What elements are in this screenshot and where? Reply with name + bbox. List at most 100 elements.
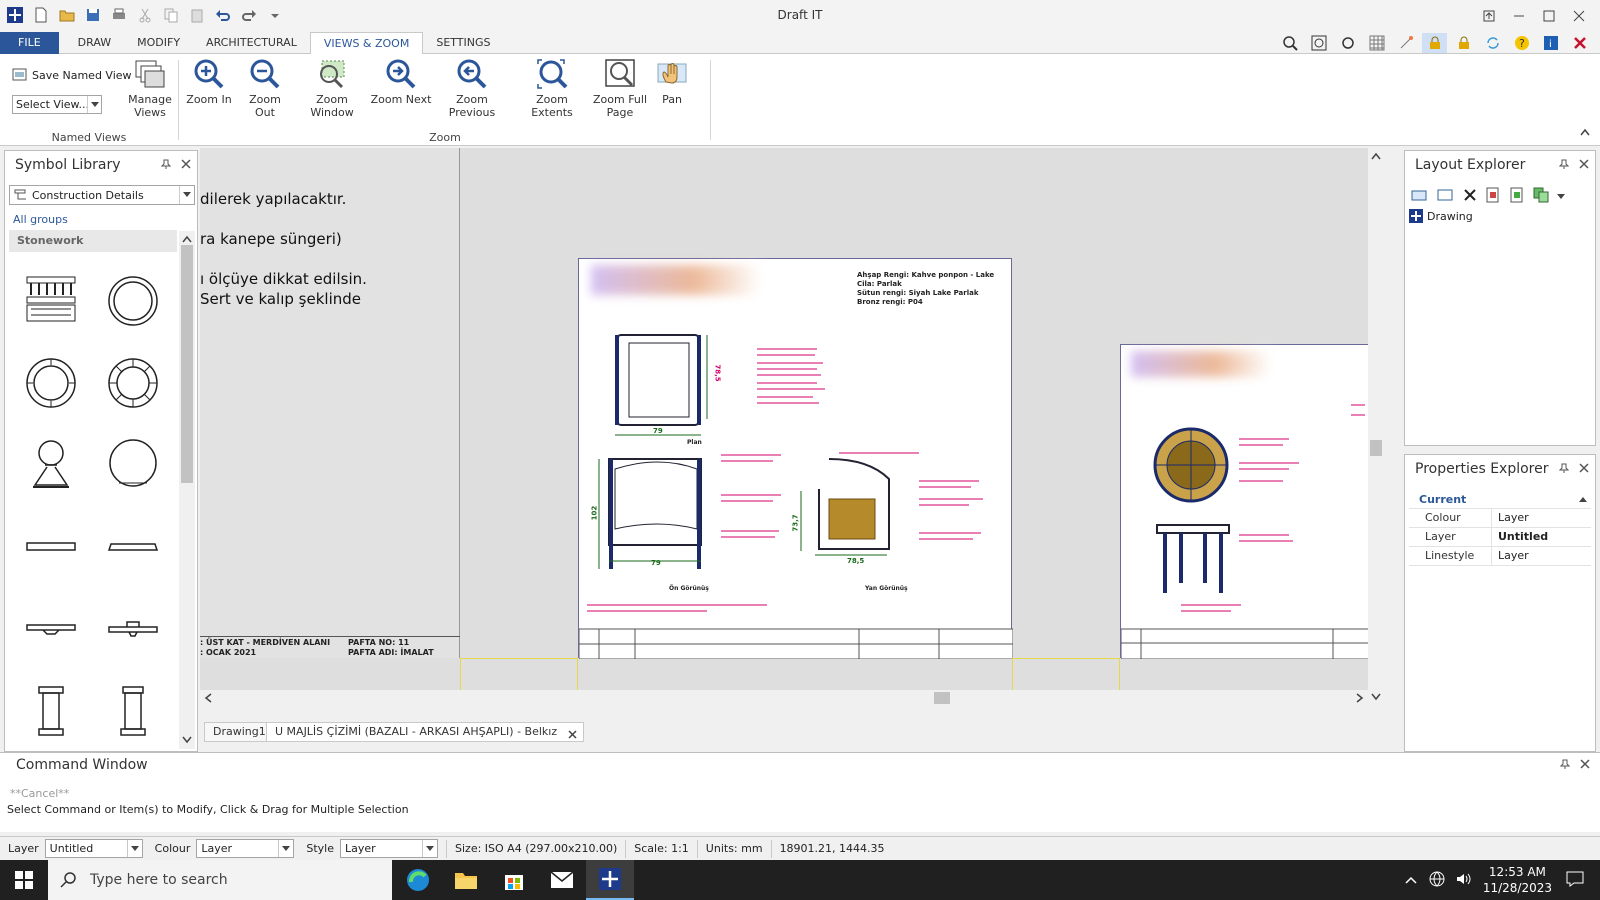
layer-dropdown[interactable]: Untitled [44,839,143,858]
collapse-ribbon-icon[interactable] [1580,126,1590,139]
symbol-category-dropdown[interactable]: Construction Details [9,185,195,205]
sync-icon[interactable] [1480,33,1505,53]
store-icon[interactable] [490,860,538,900]
file-explorer-icon[interactable] [442,860,490,900]
zoom-next-button[interactable]: Zoom Next [370,58,432,106]
close-panel-icon[interactable] [1580,759,1590,772]
symbol-ring-segmented[interactable] [95,345,171,421]
print-icon[interactable] [108,4,130,26]
symbol-pillar[interactable] [13,673,89,749]
zoom-previous-button[interactable]: Zoom Previous [434,58,510,119]
property-row-colour[interactable]: Colour Layer [1409,509,1591,528]
open-folder-icon[interactable] [56,4,78,26]
scrollbar-thumb[interactable] [1370,440,1382,456]
main-sheet[interactable]: Ahşap Rengi: Kahve ponpon - Lake Cila: P… [578,258,1013,659]
zoom-out-button[interactable]: Zoom Out [238,58,292,119]
command-prompt[interactable]: Select Command or Item(s) to Modify, Cli… [7,803,409,816]
grid-icon[interactable] [1364,33,1389,53]
zoom-window-button[interactable]: Zoom Window [296,58,368,119]
menu-draw[interactable]: DRAW [65,32,124,54]
symbol-scrollbar[interactable] [179,231,195,749]
save-named-view-button[interactable]: Save Named View [12,68,132,82]
delete-icon[interactable] [1463,188,1477,205]
add-layout-icon[interactable] [1411,188,1429,205]
draftit-taskbar-icon[interactable] [586,860,634,900]
menu-modify[interactable]: MODIFY [124,32,193,54]
close-panel-icon[interactable] [1579,159,1589,172]
colour-dropdown[interactable]: Layer [196,839,295,858]
undo-icon[interactable] [212,4,234,26]
pin-icon[interactable] [1558,159,1570,172]
chevron-down-icon[interactable] [1557,190,1565,203]
help-icon[interactable]: ? [1509,33,1534,53]
customize-toolbar-icon[interactable] [264,4,286,26]
close-panel-icon[interactable] [1579,463,1589,476]
snap-icon[interactable] [1393,33,1418,53]
network-globe-icon[interactable] [1429,871,1445,890]
symbol-ball[interactable] [95,427,171,503]
volume-icon[interactable] [1455,871,1471,890]
minimize-icon[interactable] [1504,4,1534,28]
restore-ribbon-icon[interactable] [1474,4,1504,28]
layout-tree-item-drawing[interactable]: Drawing [1409,209,1473,223]
all-groups-link[interactable]: All groups [13,213,68,226]
symbol-slab[interactable] [13,509,89,585]
collapse-section-icon[interactable] [1579,491,1587,509]
symbol-balustrade[interactable] [13,263,89,339]
symbol-sill-stepped[interactable] [95,591,171,667]
copy-layout-icon[interactable] [1533,187,1549,206]
taskbar-search[interactable]: Type here to search [48,860,392,900]
symbol-sill[interactable] [13,591,89,667]
add-page-icon[interactable] [1437,188,1455,205]
new-file-icon[interactable] [30,4,52,26]
stonework-group-header[interactable]: Stonework [9,230,177,252]
style-dropdown[interactable]: Layer [340,839,439,858]
lock-icon[interactable] [1451,33,1476,53]
zoom-refresh-icon[interactable] [1335,33,1360,53]
save-icon[interactable] [82,4,104,26]
zoom-full-page-button[interactable]: Zoom Full Page [592,58,648,119]
zoom-in-button[interactable]: Zoom In [184,58,234,106]
symbol-finial[interactable] [13,427,89,503]
mail-icon[interactable] [538,860,586,900]
symbol-ring-notched[interactable] [13,345,89,421]
clock[interactable]: 12:53 AM 11/28/2023 [1483,864,1552,896]
chevron-up-icon[interactable] [1405,874,1417,887]
right-sheet[interactable] [1120,344,1384,659]
zoom-extents-icon[interactable] [1306,33,1331,53]
close-tab-icon[interactable] [568,727,577,745]
symbol-slab-beveled[interactable] [95,509,171,585]
export-icon[interactable] [1485,187,1501,206]
start-button[interactable] [0,860,48,900]
close-panel-icon[interactable] [181,159,191,172]
menu-architectural[interactable]: ARCHITECTURAL [193,32,310,54]
import-icon[interactable] [1509,187,1525,206]
scroll-up-icon[interactable] [1371,150,1381,163]
drawing-canvas[interactable]: dilerek yapılacaktır. ra kanepe süngeri)… [200,148,1384,706]
property-row-linestyle[interactable]: Linestyle Layer [1409,547,1591,566]
tab-drawing1[interactable]: Drawing1 [204,722,275,742]
manage-views-button[interactable]: Manage Views [126,58,174,119]
symbol-ring[interactable] [95,263,171,339]
redo-icon[interactable] [238,4,260,26]
horizontal-scrollbar[interactable] [200,690,1368,706]
menu-views-zoom[interactable]: VIEWS & ZOOM [309,32,424,55]
app-logo-icon[interactable] [4,4,26,26]
copy-icon[interactable] [160,4,182,26]
vertical-scrollbar[interactable] [1368,148,1384,706]
property-row-layer[interactable]: Layer Untitled [1409,528,1591,547]
zoom-search-icon[interactable] [1277,33,1302,53]
paste-icon[interactable] [186,4,208,26]
symbol-pillar-alt[interactable] [95,673,171,749]
tab-active-document[interactable]: U MAJLİS ÇİZİMİ (BAZALI - ARKASI AHŞAPLI… [266,722,585,745]
scroll-down-icon[interactable] [1371,691,1381,704]
info-icon[interactable]: i [1538,33,1563,53]
scrollbar-thumb[interactable] [181,245,193,483]
edge-browser-icon[interactable] [394,860,442,900]
pin-icon[interactable] [1559,759,1571,772]
current-section-header[interactable]: Current [1409,491,1591,509]
zoom-extents-button[interactable]: Zoom Extents [514,58,590,119]
menu-settings[interactable]: SETTINGS [423,32,503,54]
pin-icon[interactable] [1558,463,1570,476]
menu-file[interactable]: FILE [0,32,59,54]
